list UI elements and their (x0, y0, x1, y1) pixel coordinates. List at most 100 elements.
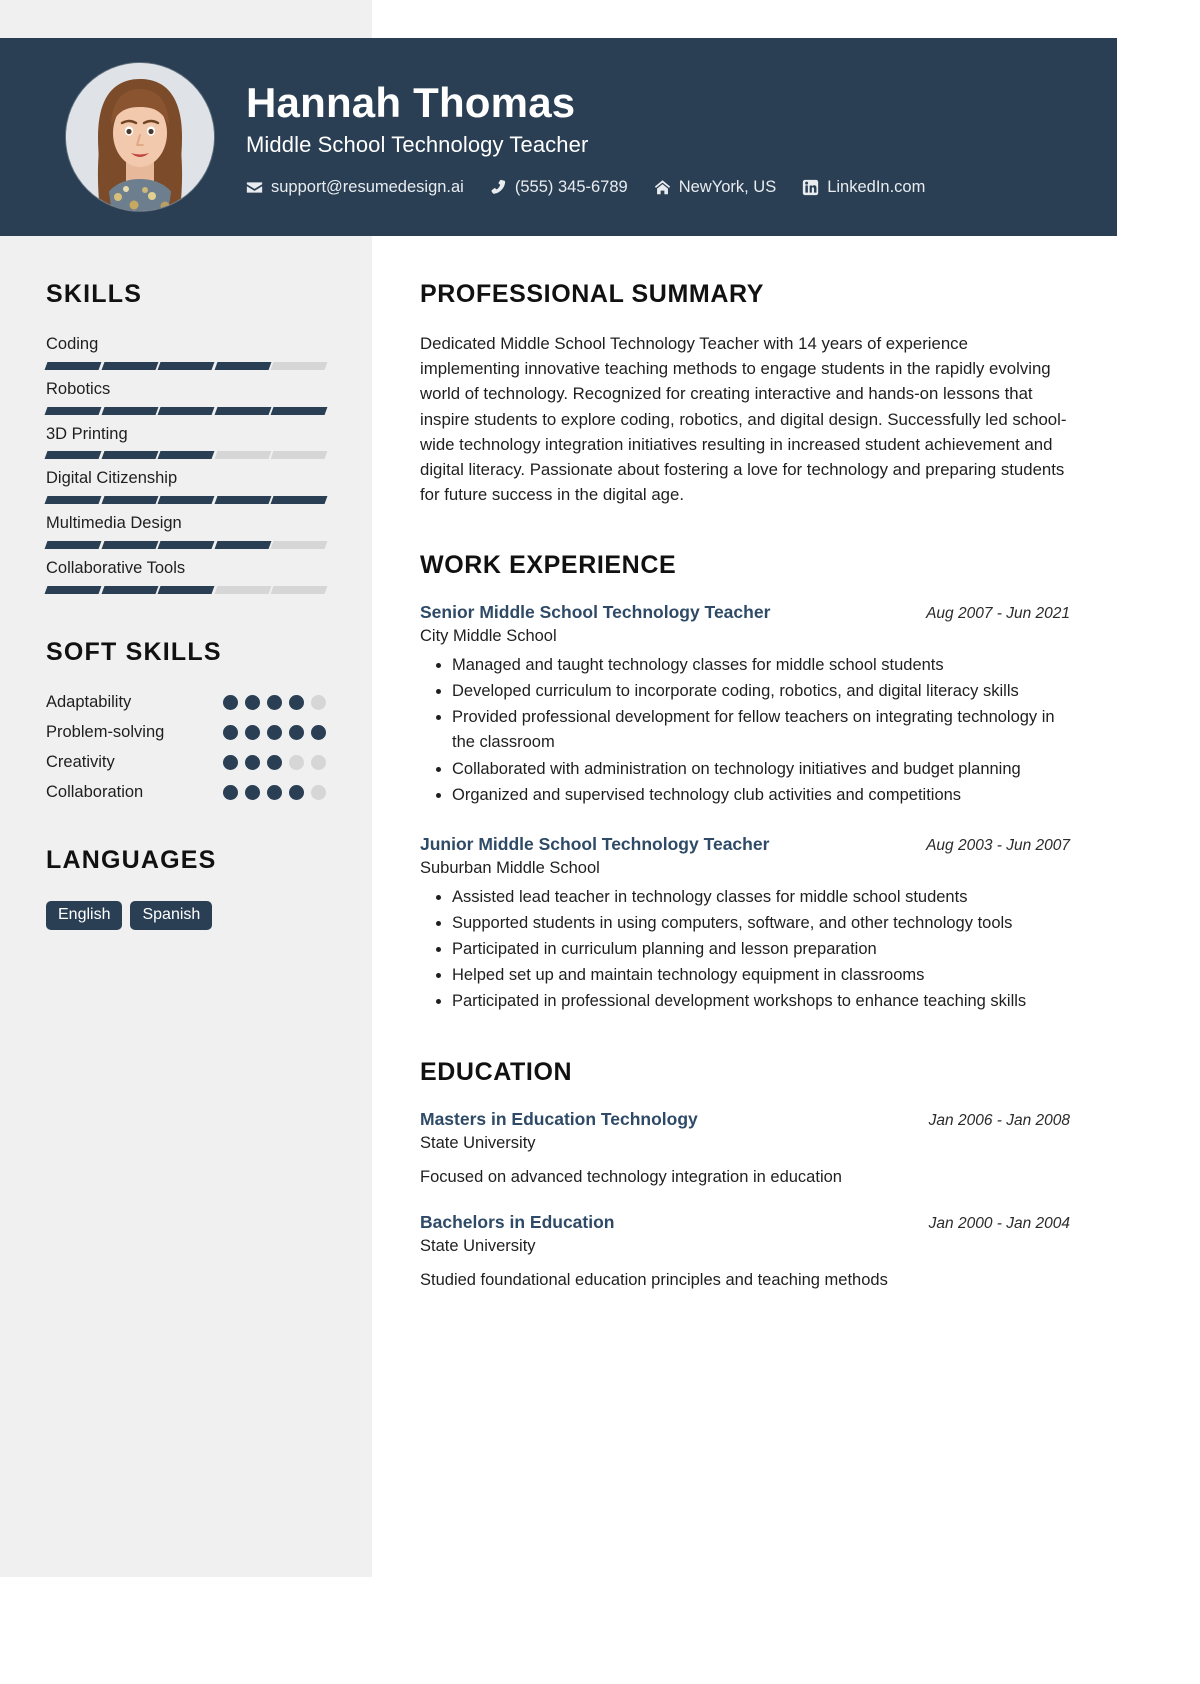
level-segment (101, 496, 158, 505)
work-entry-bullets: Assisted lead teacher in technology clas… (420, 885, 1070, 1014)
level-segment (101, 540, 158, 549)
soft-skills-list: Adaptability Problem-solving Creativity … (46, 693, 326, 802)
level-segment (270, 540, 328, 549)
skill-label: 3D Printing (46, 424, 128, 443)
level-segment (157, 585, 215, 594)
education-entry: Masters in Education Technology Jan 2006… (420, 1109, 1070, 1190)
skill-level-bar (44, 496, 328, 505)
level-dot (289, 754, 304, 770)
level-dot (223, 754, 238, 770)
contact-row: support@resumedesign.ai (555) 345-6789 N… (246, 178, 1117, 197)
level-dot (223, 784, 238, 800)
level-segment (270, 406, 328, 415)
work-entry-title: Senior Middle School Technology Teacher (420, 602, 771, 623)
level-dot (289, 784, 304, 800)
work-entry-date: Aug 2007 - Jun 2021 (926, 605, 1070, 623)
candidate-name: Hannah Thomas (246, 79, 576, 127)
bullet-item: Collaborated with administration on tech… (452, 757, 1070, 782)
bullet-item: Assisted lead teacher in technology clas… (452, 885, 1070, 910)
education-degree: Masters in Education Technology (420, 1108, 698, 1129)
level-segment (157, 496, 215, 505)
level-segment (44, 585, 102, 594)
contact-phone-text: (555) 345-6789 (514, 177, 628, 196)
soft-skill-label: Adaptability (46, 692, 132, 711)
level-dot (267, 724, 282, 740)
languages-heading: LANGUAGES (46, 845, 217, 874)
home-icon (654, 179, 671, 196)
contact-location[interactable]: NewYork, US (654, 177, 777, 197)
candidate-job-title: Middle School Technology Teacher (246, 131, 589, 157)
education-degree: Bachelors in Education (420, 1211, 615, 1232)
level-dot (267, 754, 282, 770)
contact-linkedin[interactable]: LinkedIn.com (802, 178, 925, 197)
skill-item: Robotics (44, 380, 328, 415)
skills-list: Coding Robotics 3D Printing Digital Citi… (44, 335, 328, 594)
education-entry: Bachelors in Education Jan 2000 - Jan 20… (420, 1212, 1070, 1293)
resume-header: Hannah Thomas Middle School Technology T… (0, 38, 1117, 236)
soft-skill-dots (223, 784, 326, 800)
skills-heading: SKILLS (46, 280, 143, 308)
contact-location-text: NewYork, US (678, 177, 777, 196)
bullet-item: Participated in professional development… (452, 989, 1070, 1014)
skill-level-bar (44, 585, 328, 594)
education-school: State University (420, 1133, 536, 1152)
level-dot (245, 694, 260, 710)
skill-level-bar (44, 540, 328, 549)
soft-skill-dots (223, 694, 326, 710)
work-entry-date: Aug 2003 - Jun 2007 (926, 836, 1070, 854)
level-segment (214, 496, 271, 505)
bullet-item: Provided professional development for fe… (452, 705, 1070, 755)
level-segment (44, 496, 102, 505)
soft-skill-dots (223, 754, 326, 770)
level-segment (44, 451, 102, 460)
level-dot (289, 694, 304, 710)
level-segment (157, 406, 215, 415)
education-date: Jan 2006 - Jan 2008 (928, 1111, 1070, 1129)
contact-phone[interactable]: (555) 345-6789 (490, 178, 628, 197)
soft-skill-item: Adaptability (46, 693, 326, 712)
skill-level-bar (44, 406, 328, 415)
level-dot (311, 754, 326, 770)
education-date: Jan 2000 - Jan 2004 (928, 1214, 1070, 1232)
soft-skill-dots (223, 724, 326, 740)
level-dot (267, 694, 282, 710)
contact-email-text: support@resumedesign.ai (271, 177, 464, 196)
work-entry-head: Senior Middle School Technology Teacher … (420, 602, 1070, 624)
level-segment (101, 585, 158, 594)
education-description: Studied foundational education principle… (420, 1270, 888, 1289)
work-entry: Junior Middle School Technology Teacher … (420, 834, 1070, 1014)
work-entry-bullets: Managed and taught technology classes fo… (420, 653, 1070, 807)
level-dot (223, 694, 238, 710)
work-entry: Senior Middle School Technology Teacher … (420, 602, 1070, 807)
linkedin-icon (802, 179, 819, 196)
level-dot (245, 784, 260, 800)
work-entry-head: Junior Middle School Technology Teacher … (420, 834, 1070, 856)
languages-list: English Spanish (46, 900, 326, 930)
contact-email[interactable]: support@resumedesign.ai (246, 178, 464, 197)
soft-skills-heading: SOFT SKILLS (46, 637, 222, 666)
level-segment (101, 361, 158, 370)
soft-skill-label: Creativity (46, 752, 115, 771)
level-dot (289, 724, 304, 740)
level-segment (44, 406, 102, 415)
level-segment (101, 406, 158, 415)
skill-item: Multimedia Design (44, 514, 328, 549)
skill-item: Coding (44, 335, 328, 370)
work-experience-heading: WORK EXPERIENCE (420, 551, 677, 580)
education-description: Focused on advanced technology integrati… (420, 1167, 842, 1186)
work-entry-organization: City Middle School (420, 627, 557, 646)
main-content: PROFESSIONAL SUMMARY Dedicated Middle Sc… (420, 236, 1070, 1315)
soft-skill-item: Creativity (46, 753, 326, 772)
bullet-item: Developed curriculum to incorporate codi… (452, 679, 1070, 704)
level-segment (270, 585, 328, 594)
bullet-item: Supported students in using computers, s… (452, 911, 1070, 936)
level-segment (157, 540, 215, 549)
header-text-block: Hannah Thomas Middle School Technology T… (246, 77, 1117, 196)
skill-item: Digital Citizenship (44, 469, 328, 505)
contact-linkedin-text: LinkedIn.com (827, 177, 926, 196)
soft-skill-label: Collaboration (46, 782, 144, 801)
education-entry-head: Masters in Education Technology Jan 2006… (420, 1109, 1070, 1131)
education-heading: EDUCATION (420, 1057, 573, 1086)
skill-label: Collaborative Tools (46, 558, 186, 577)
work-entry-organization: Suburban Middle School (420, 858, 600, 877)
